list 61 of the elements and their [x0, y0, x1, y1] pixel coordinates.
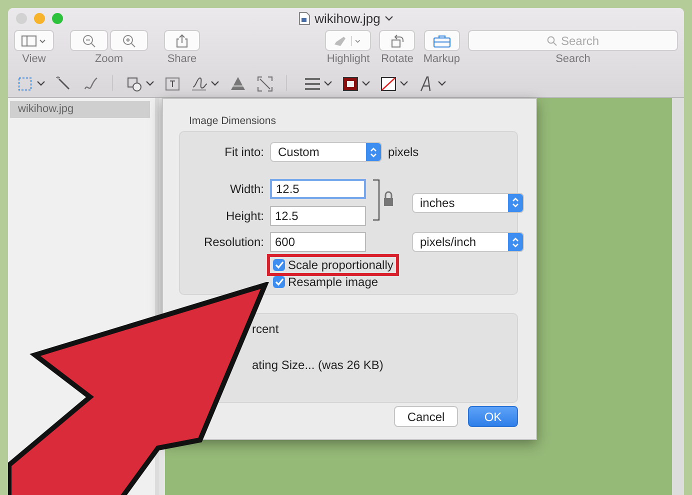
toolbar-label: Markup — [423, 53, 460, 65]
rotate-button[interactable] — [379, 30, 416, 51]
file-icon — [298, 12, 310, 24]
toolbox-icon — [432, 34, 451, 48]
resolution-field[interactable]: 600 — [270, 232, 366, 252]
fit-into-popup[interactable]: Custom — [270, 142, 382, 162]
zoom-out-icon — [82, 34, 96, 48]
caret-icon — [37, 80, 45, 86]
adjust-size-icon — [256, 74, 273, 92]
field-label: Height: — [224, 209, 264, 223]
rotate-icon — [389, 34, 406, 48]
shapes-icon — [126, 74, 143, 92]
checkbox[interactable]: Scale proportionally — [270, 257, 396, 273]
caret-icon — [324, 80, 332, 86]
selection-rectangle-icon — [17, 74, 34, 92]
checkbox[interactable]: Resample image — [270, 274, 382, 290]
share-button[interactable] — [164, 30, 200, 51]
unit-label: pixels — [388, 145, 419, 159]
zoom-in-icon — [122, 34, 136, 48]
magic-wand-icon — [55, 74, 72, 92]
result-text: rcent — [252, 322, 280, 336]
toolbar-label: Highlight — [326, 53, 370, 65]
fill-color-icon — [380, 74, 397, 92]
signature-icon — [191, 74, 208, 92]
resolution-unit-popup[interactable]: pixels/inch — [412, 232, 524, 252]
width-field[interactable]: 12.5 — [270, 179, 366, 199]
markup-button[interactable] — [424, 30, 460, 51]
stepper-icon — [512, 236, 519, 248]
sidebar-toggle-icon — [21, 34, 47, 46]
search-icon — [546, 36, 557, 46]
cancel-button[interactable]: Cancel — [394, 406, 458, 427]
toolbar-label: Zoom — [94, 53, 124, 65]
text-box-icon — [164, 74, 181, 92]
section-title: Image Dimensions — [189, 115, 277, 127]
caret-icon — [438, 80, 446, 86]
window-title: wikihow.jpg — [314, 10, 380, 26]
toolbar-label: View — [22, 53, 46, 65]
border-color-icon — [342, 74, 359, 92]
adjust-color-icon — [229, 74, 246, 92]
result-text: ating Size... (was 26 KB) — [252, 358, 384, 372]
sketch-icon — [82, 74, 99, 92]
caret-icon — [362, 80, 370, 86]
toolbar-label: Share — [167, 53, 197, 65]
toolbar-label: Search — [556, 53, 590, 65]
toolbar-label: Rotate — [381, 53, 414, 65]
field-label: Resolution: — [202, 235, 264, 249]
caret-icon — [211, 80, 219, 86]
field-label: Width: — [228, 182, 264, 196]
zoom-out-button[interactable] — [70, 30, 108, 51]
view-button[interactable] — [14, 30, 54, 51]
caret-icon — [146, 80, 154, 86]
sidebar-item[interactable]: wikihow.jpg — [10, 101, 150, 118]
stepper-icon — [512, 197, 519, 208]
height-field[interactable]: 12.5 — [270, 206, 366, 226]
unit-popup[interactable]: inches — [412, 192, 524, 212]
caret-icon — [400, 80, 408, 86]
share-icon — [176, 34, 188, 48]
field-label: Fit into: — [224, 145, 264, 159]
title-menu-caret-icon — [385, 16, 394, 20]
stepper-icon — [370, 146, 377, 158]
zoom-in-button[interactable] — [110, 30, 148, 51]
